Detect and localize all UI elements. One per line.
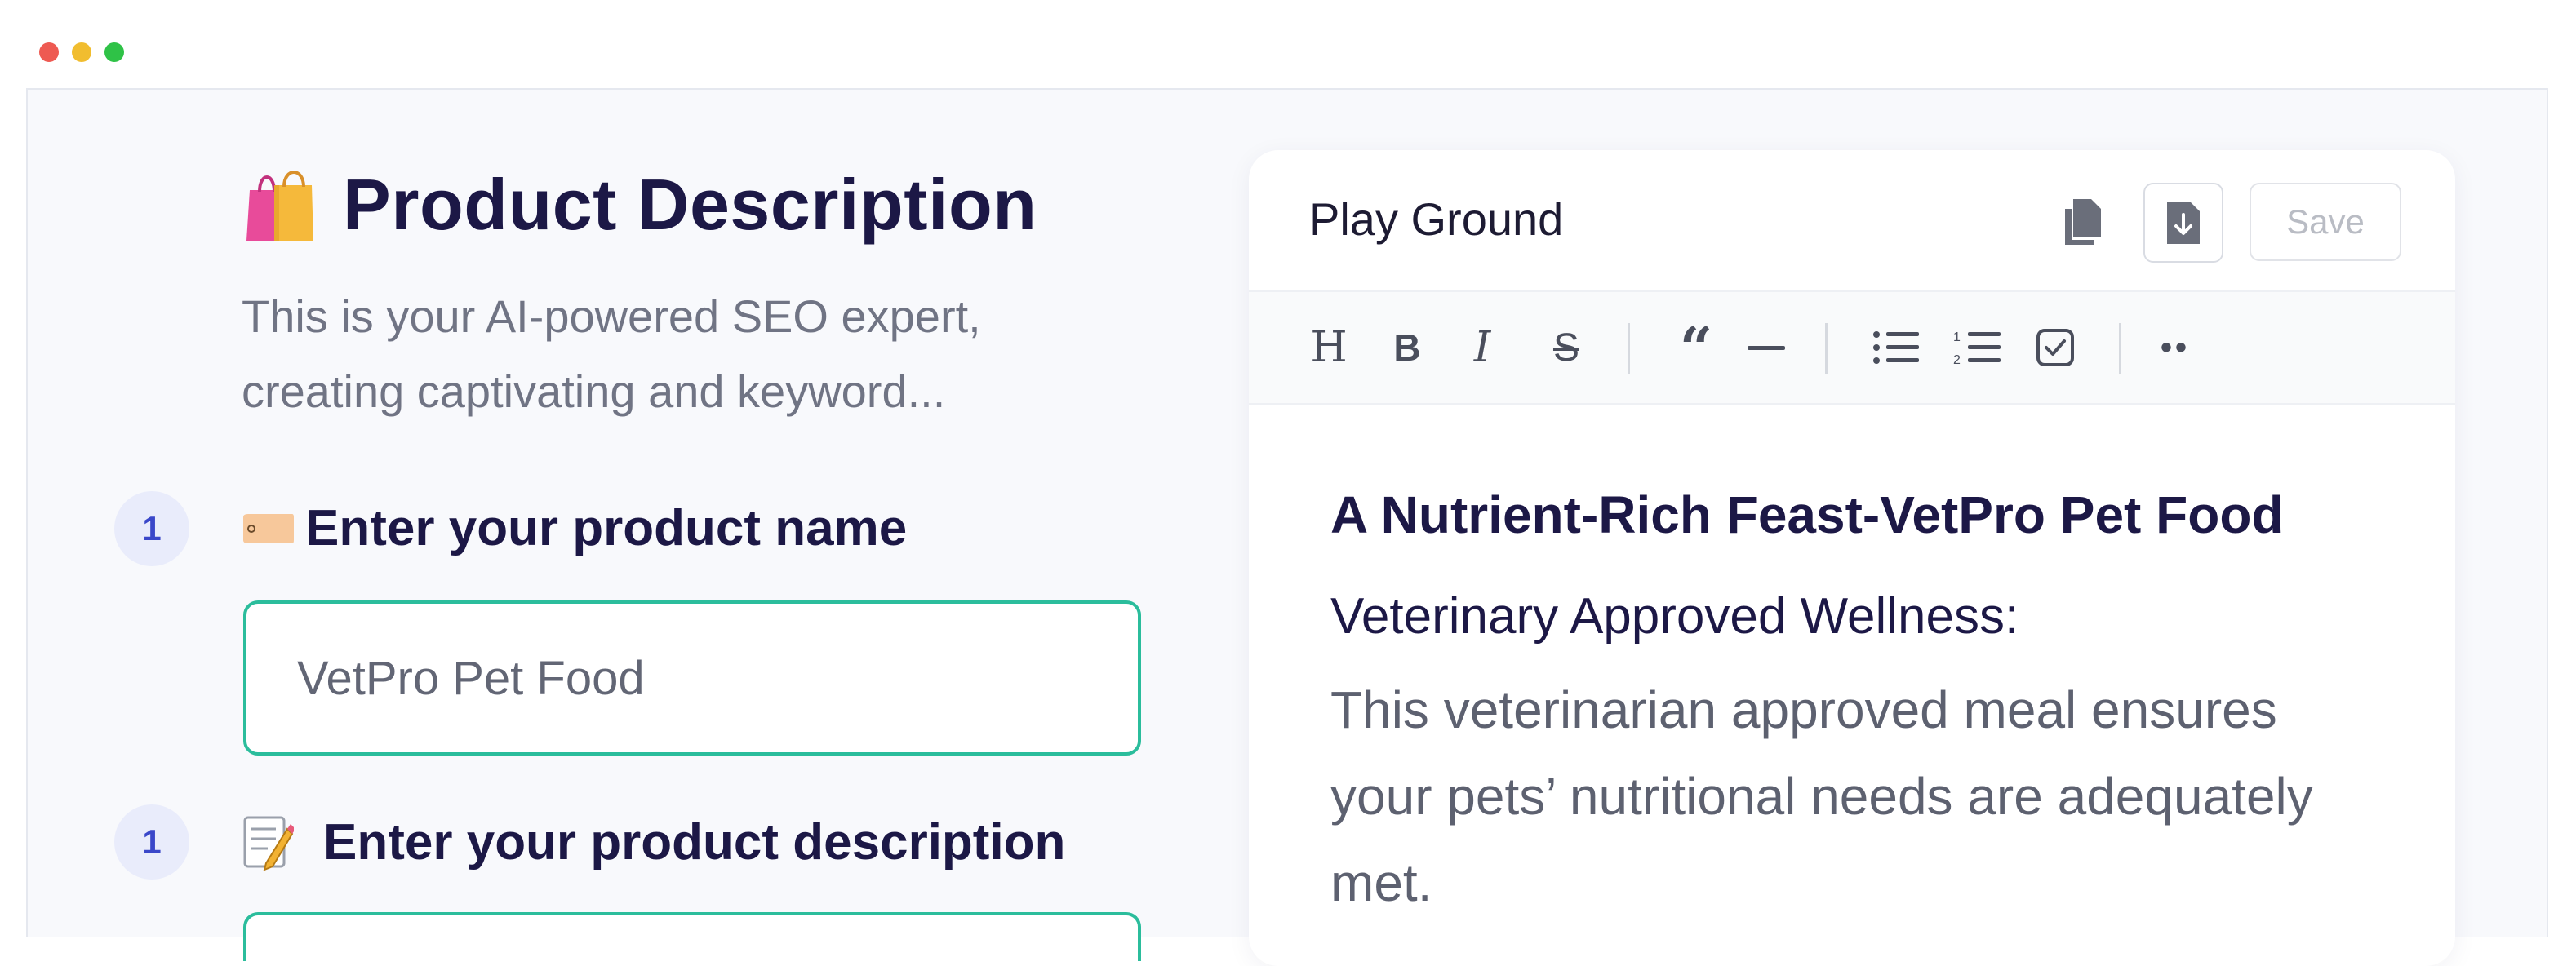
product-description-label: Enter your product description bbox=[242, 813, 1065, 871]
step-number-badge: 1 bbox=[114, 491, 189, 566]
svg-text:1: 1 bbox=[1953, 330, 1961, 344]
step-number-badge: 1 bbox=[114, 804, 189, 880]
blockquote-button[interactable]: “ bbox=[1672, 314, 1721, 382]
product-name-input[interactable]: VetPro Pet Food bbox=[243, 600, 1141, 756]
window-title-bar bbox=[0, 0, 2576, 88]
save-button[interactable]: Save bbox=[2250, 183, 2401, 261]
product-name-label-text: Enter your product name bbox=[305, 500, 908, 556]
download-file-icon bbox=[2167, 202, 2200, 244]
svg-text:2: 2 bbox=[1953, 353, 1961, 367]
toolbar-divider bbox=[1825, 323, 1828, 374]
page-header: Product Description bbox=[242, 160, 1037, 250]
content-heading: A Nutrient-Rich Feast-VetPro Pet Food bbox=[1330, 485, 2284, 544]
content-subheading: Veterinary Approved Wellness: bbox=[1330, 588, 2019, 645]
bullet-list-icon bbox=[1873, 331, 1919, 364]
bullet-list-button[interactable] bbox=[1869, 325, 1923, 370]
page-subtitle: This is your AI-powered SEO expert, crea… bbox=[242, 290, 981, 417]
numbered-list-icon: 1 2 bbox=[1953, 330, 2001, 367]
heading-button[interactable]: H bbox=[1306, 323, 1352, 372]
window-close-button[interactable] bbox=[39, 42, 59, 62]
page-title: Product Description bbox=[343, 164, 1037, 245]
memo-icon bbox=[243, 816, 294, 871]
toolbar-divider bbox=[1628, 323, 1630, 374]
strikethrough-button[interactable]: S bbox=[1538, 325, 1595, 370]
playground-panel: Play Ground Save H B I S “ 1 2 •• A Nutr… bbox=[1249, 150, 2455, 966]
window-maximize-button[interactable] bbox=[104, 42, 124, 62]
content-paragraph: This veterinarian approved meal ensures … bbox=[1330, 680, 2313, 912]
checkbox-icon bbox=[2036, 329, 2074, 366]
label-tag-icon bbox=[243, 513, 294, 543]
numbered-list-button[interactable]: 1 2 bbox=[1951, 325, 2005, 370]
horizontal-rule-button[interactable] bbox=[1742, 325, 1791, 370]
editor-toolbar: H B I S “ 1 2 •• bbox=[1249, 292, 2455, 405]
horizontal-rule-icon bbox=[1748, 346, 1785, 350]
copy-icon[interactable] bbox=[2059, 196, 2107, 248]
product-description-label-text: Enter your product description bbox=[323, 813, 1066, 871]
editor-content[interactable]: A Nutrient-Rich Feast-VetPro Pet Food Ve… bbox=[1330, 485, 2392, 926]
product-name-label: Enter your product name bbox=[242, 499, 907, 557]
shopping-bags-icon bbox=[246, 171, 313, 241]
download-button[interactable] bbox=[2143, 183, 2223, 263]
playground-header: Play Ground Save bbox=[1249, 150, 2455, 292]
toolbar-divider bbox=[2119, 323, 2121, 374]
window-minimize-button[interactable] bbox=[72, 42, 91, 62]
italic-button[interactable]: I bbox=[1459, 323, 1505, 372]
task-list-button[interactable] bbox=[2032, 325, 2078, 370]
product-description-input[interactable] bbox=[243, 912, 1141, 961]
more-options-button[interactable]: •• bbox=[2155, 325, 2196, 370]
playground-title: Play Ground bbox=[1309, 193, 1564, 245]
bold-button[interactable]: B bbox=[1384, 325, 1430, 370]
